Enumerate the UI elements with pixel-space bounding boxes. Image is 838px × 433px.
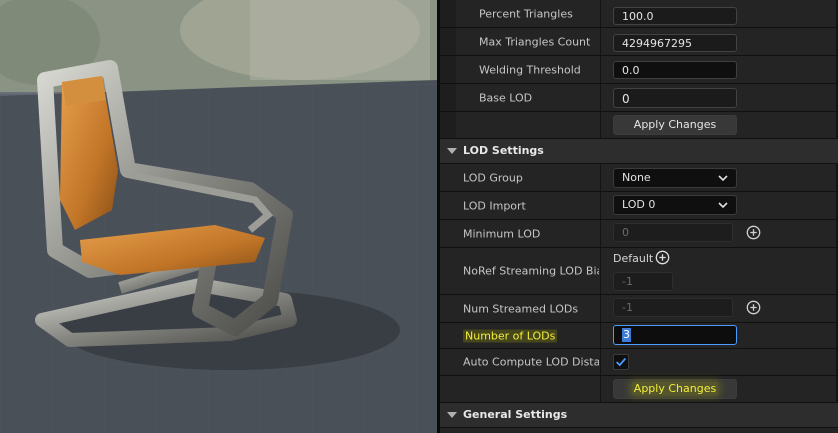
checkmark-icon: [616, 357, 627, 367]
row-num-streamed-lods: Num Streamed LODs -1: [440, 295, 838, 323]
base-lod-input[interactable]: 0: [613, 88, 737, 108]
num-streamed-lods-input[interactable]: -1: [613, 298, 733, 317]
row-auto-compute-lod-distances: Auto Compute LOD Distances: [440, 349, 838, 376]
max-triangles-count-label: Max Triangles Count: [479, 35, 591, 48]
general-settings-header[interactable]: General Settings: [440, 403, 838, 428]
add-platform-override-icon[interactable]: [655, 250, 670, 265]
minimum-lod-label: Minimum LOD: [463, 227, 541, 240]
row-welding-threshold: Welding Threshold 0.0: [440, 56, 838, 84]
row-number-of-lods: Number of LODs 3: [440, 323, 838, 349]
lod-import-dropdown[interactable]: LOD 0: [613, 195, 737, 215]
lod-group-dropdown[interactable]: None: [613, 168, 737, 188]
row-minimum-lod: Minimum LOD 0: [440, 220, 838, 248]
welding-threshold-label: Welding Threshold: [479, 63, 581, 76]
lod-group-value: None: [622, 171, 651, 184]
number-of-lods-value: 3: [622, 328, 631, 342]
row-max-triangles-count: Max Triangles Count 4294967295: [440, 28, 838, 56]
lod-group-label: LOD Group: [463, 171, 523, 184]
row-base-lod: Base LOD 0: [440, 84, 838, 112]
lod-import-value: LOD 0: [622, 198, 656, 211]
collapse-arrow-icon: [447, 412, 457, 418]
percent-triangles-input[interactable]: 100.0: [613, 7, 737, 25]
base-lod-label: Base LOD: [479, 91, 533, 104]
add-platform-override-icon[interactable]: [746, 300, 761, 315]
lod-settings-title: LOD Settings: [463, 144, 544, 157]
chair-preview: [0, 0, 437, 433]
chevron-down-icon: [718, 202, 728, 209]
mesh-viewport[interactable]: [0, 0, 437, 433]
lod-import-label: LOD Import: [463, 199, 526, 212]
number-of-lods-input[interactable]: 3: [613, 325, 737, 345]
number-of-lods-label: Number of LODs: [463, 329, 558, 342]
lod-settings-header[interactable]: LOD Settings: [440, 139, 838, 164]
num-streamed-lods-label: Num Streamed LODs: [463, 302, 579, 315]
noref-streaming-lod-bias-input[interactable]: -1: [613, 272, 673, 291]
percent-triangles-label: Percent Triangles: [479, 7, 573, 20]
apply-changes-button[interactable]: Apply Changes: [613, 115, 737, 135]
lod-apply-changes-button[interactable]: Apply Changes: [613, 379, 737, 399]
max-triangles-count-input[interactable]: 4294967295: [613, 34, 737, 52]
collapse-arrow-icon: [447, 148, 457, 154]
chevron-down-icon: [718, 175, 728, 182]
apply-changes-highlight: Apply Changes: [631, 382, 719, 395]
row-lod-apply: Apply Changes: [440, 376, 838, 403]
row-reduction-apply: Apply Changes: [440, 112, 838, 139]
welding-threshold-input[interactable]: 0.0: [613, 61, 737, 79]
row-percent-triangles: Percent Triangles 100.0: [440, 0, 838, 28]
add-platform-override-icon[interactable]: [746, 225, 761, 240]
auto-compute-lod-distances-checkbox[interactable]: [613, 354, 629, 370]
row-noref-streaming-lod-bias: NoRef Streaming LOD Bias Default -1: [440, 248, 838, 295]
platform-default-label: Default: [613, 252, 654, 265]
general-settings-body: [440, 428, 838, 433]
row-lod-import: LOD Import LOD 0: [440, 192, 838, 220]
minimum-lod-input[interactable]: 0: [613, 223, 733, 242]
auto-compute-lod-distances-label: Auto Compute LOD Distances: [463, 355, 599, 369]
row-lod-group: LOD Group None: [440, 164, 838, 192]
number-of-lods-highlight: Number of LODs: [463, 329, 558, 342]
general-settings-title: General Settings: [463, 408, 568, 421]
noref-streaming-lod-bias-label: NoRef Streaming LOD Bias: [463, 264, 599, 278]
details-panel: Percent Triangles 100.0 Max Triangles Co…: [440, 0, 838, 433]
